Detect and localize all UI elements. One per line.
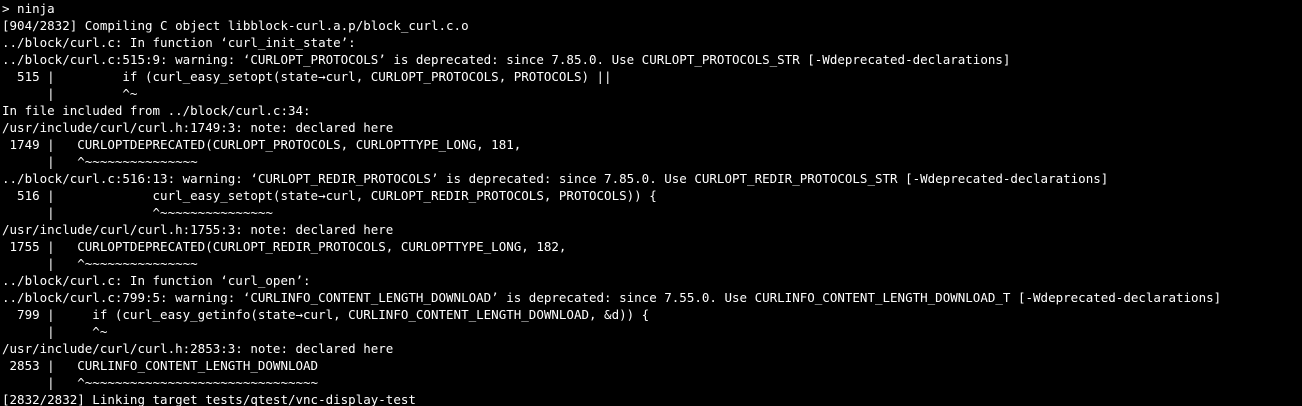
terminal-line: > ninja: [2, 1, 55, 16]
terminal-line: 515 | if (curl_easy_setopt(state→curl, C…: [2, 69, 612, 84]
terminal-line: 516 | curl_easy_setopt(state→curl, CURLO…: [2, 188, 657, 203]
terminal-line: | ^~~~~~~~~~~~~~~~: [2, 205, 273, 220]
terminal-line: | ^~~~~~~~~~~~~~~~: [2, 154, 198, 169]
terminal-line: /usr/include/curl/curl.h:2853:3: note: d…: [2, 341, 394, 356]
terminal-line: [2832/2832] Linking target tests/qtest/v…: [2, 392, 416, 406]
terminal-line: | ^~~~~~~~~~~~~~~~: [2, 256, 198, 271]
terminal-line: ../block/curl.c:515:9: warning: ‘CURLOPT…: [2, 52, 1011, 67]
terminal-line: 1755 | CURLOPTDEPRECATED(CURLOPT_REDIR_P…: [2, 239, 567, 254]
terminal-line: ../block/curl.c: In function ‘curl_open’…: [2, 273, 311, 288]
terminal-line: [904/2832] Compiling C object libblock-c…: [2, 18, 469, 33]
terminal-line: 799 | if (curl_easy_getinfo(state→curl, …: [2, 307, 650, 322]
terminal-line: | ^~~~~~~~~~~~~~~~~~~~~~~~~~~~~~~~: [2, 375, 319, 390]
terminal-line: | ^~: [2, 86, 138, 101]
terminal-line: 1749 | CURLOPTDEPRECATED(CURLOPT_PROTOCO…: [2, 137, 522, 152]
terminal-window[interactable]: > ninja [904/2832] Compiling C object li…: [0, 0, 1302, 406]
terminal-line: ../block/curl.c:799:5: warning: ‘CURLINF…: [2, 290, 1222, 305]
terminal-line: /usr/include/curl/curl.h:1749:3: note: d…: [2, 120, 394, 135]
terminal-line: /usr/include/curl/curl.h:1755:3: note: d…: [2, 222, 394, 237]
terminal-line: | ^~: [2, 324, 108, 339]
terminal-line: In file included from ../block/curl.c:34…: [2, 103, 311, 118]
terminal-line: ../block/curl.c: In function ‘curl_init_…: [2, 35, 356, 50]
terminal-line: ../block/curl.c:516:13: warning: ‘CURLOP…: [2, 171, 1109, 186]
terminal-line: 2853 | CURLINFO_CONTENT_LENGTH_DOWNLOAD: [2, 358, 319, 373]
